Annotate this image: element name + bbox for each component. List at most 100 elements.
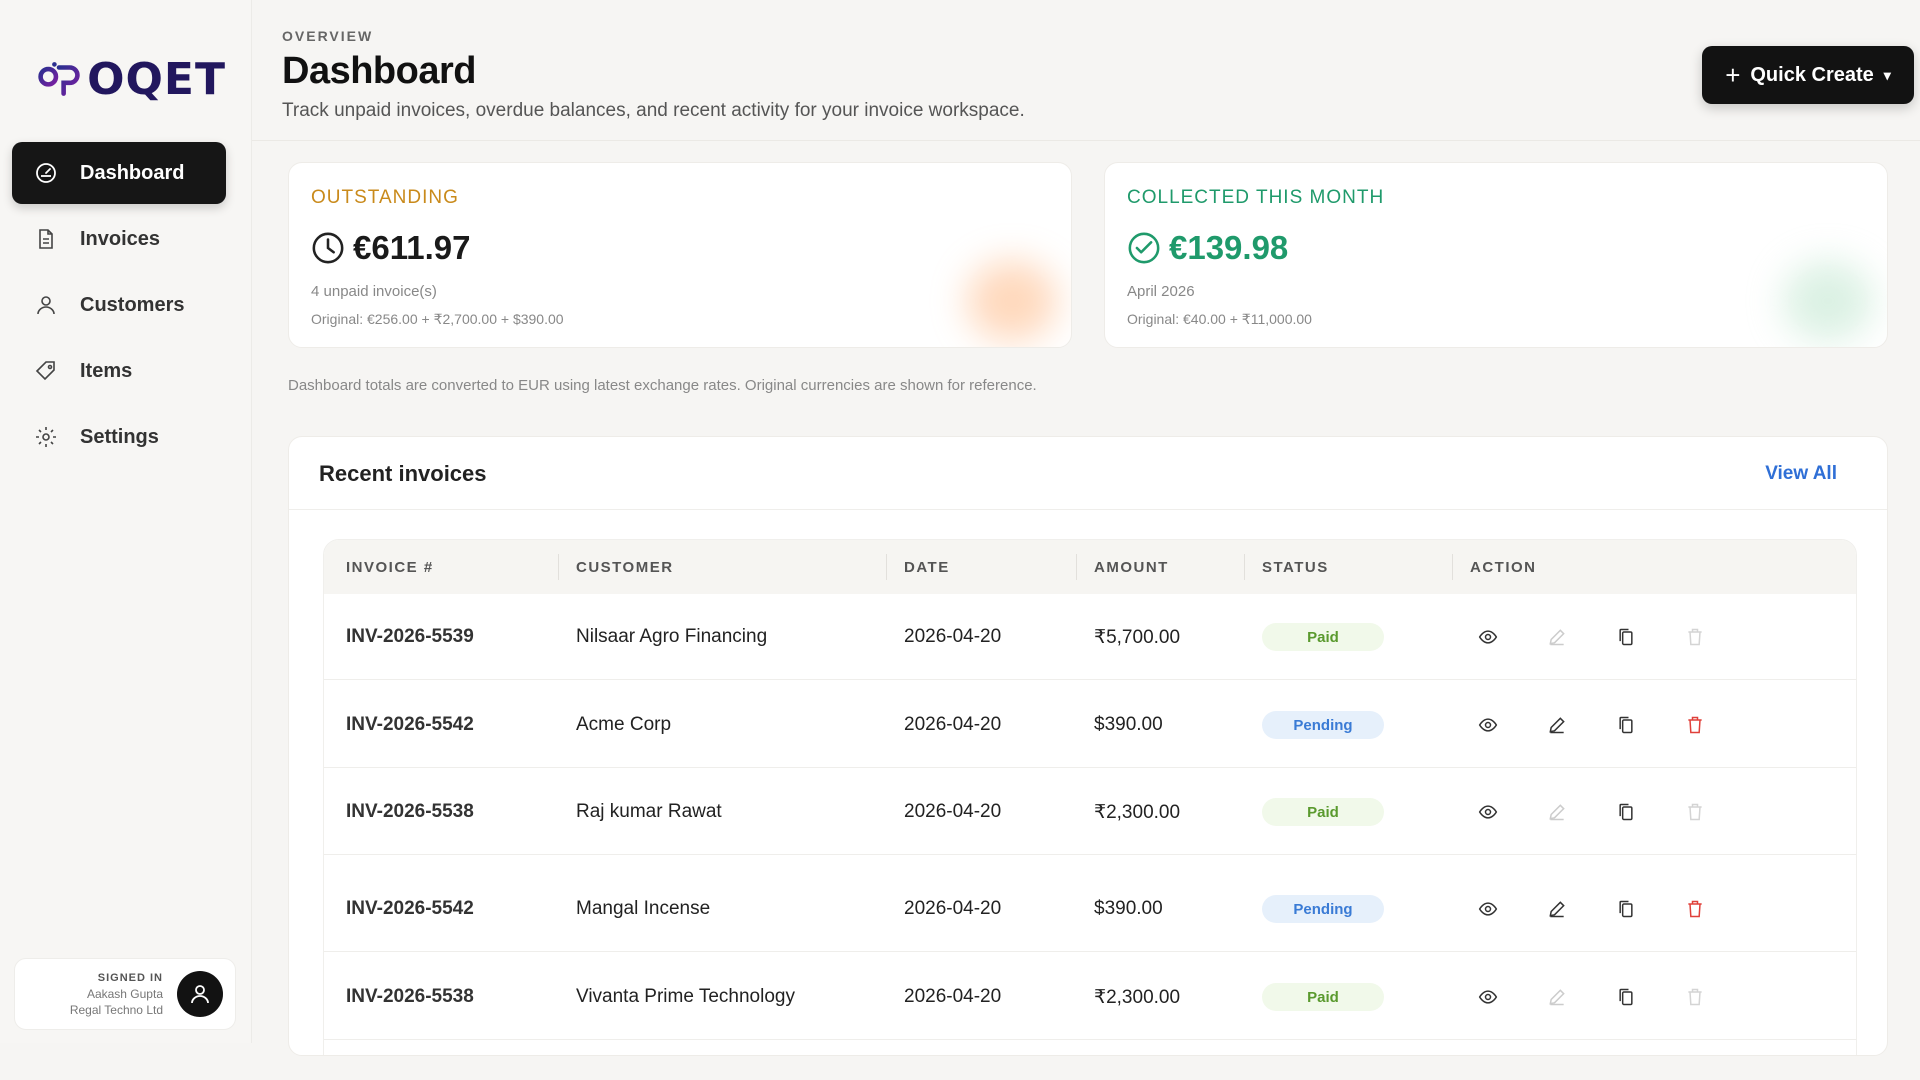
- plus-icon: +: [1725, 59, 1741, 90]
- collected-value: €139.98: [1169, 229, 1289, 266]
- sidebar-item-label: Invoices: [80, 227, 161, 250]
- invoice-date: 2026-04-20: [904, 898, 1002, 919]
- invoice-number[interactable]: INV-2026-5538: [346, 954, 474, 1040]
- customer-name: Mangal Incense: [576, 898, 711, 919]
- invoice-date: 2026-04-20: [904, 801, 1002, 822]
- column-header-invoice[interactable]: INVOICE #: [346, 540, 434, 594]
- view-button[interactable]: [1474, 798, 1502, 826]
- invoice-amount: ₹5,700.00: [1094, 626, 1181, 648]
- table-row[interactable]: INV-2026-5542 Acme Corp 2026-04-20 $390.…: [324, 682, 1856, 768]
- edit-button[interactable]: [1543, 623, 1571, 651]
- avatar[interactable]: [177, 971, 223, 1017]
- sidebar-item-dashboard[interactable]: Dashboard: [12, 142, 226, 204]
- pencil-icon: [1549, 989, 1565, 1006]
- invoice-amount: ₹2,300.00: [1094, 986, 1181, 1008]
- outstanding-card: OUTSTANDING €611.97 4 unpaid invoice(s) …: [288, 162, 1072, 348]
- sidebar-nav: Dashboard Invoices Customers Items Setti…: [12, 142, 226, 472]
- view-button[interactable]: [1474, 623, 1502, 651]
- sidebar-item-invoices[interactable]: Invoices: [12, 208, 226, 270]
- delete-button[interactable]: [1681, 798, 1709, 826]
- decorative-blob: [1783, 261, 1873, 341]
- column-divider: [1076, 554, 1077, 580]
- status-cell: Paid: [1262, 769, 1384, 855]
- user-card[interactable]: SIGNED IN Aakash Gupta Regal Techno Ltd: [14, 958, 236, 1030]
- delete-button[interactable]: [1681, 623, 1709, 651]
- duplicate-button[interactable]: [1612, 623, 1640, 651]
- delete-button[interactable]: [1681, 983, 1709, 1011]
- quick-create-button[interactable]: + Quick Create ▾: [1702, 46, 1914, 104]
- table-row[interactable]: INV-2026-5538 Vivanta Prime Technology 2…: [324, 954, 1856, 1040]
- recent-invoices-card: Recent invoices View All INVOICE # CUSTO…: [288, 436, 1888, 1056]
- column-header-status[interactable]: STATUS: [1262, 540, 1329, 594]
- duplicate-button[interactable]: [1612, 895, 1640, 923]
- brand-logo[interactable]: OQET: [36, 52, 226, 106]
- copy-icon: [1619, 716, 1633, 734]
- user-name: Aakash Gupta: [86, 987, 163, 1001]
- collected-card: COLLECTED THIS MONTH €139.98 April 2026 …: [1104, 162, 1888, 348]
- edit-button[interactable]: [1543, 711, 1571, 739]
- invoice-date: 2026-04-20: [904, 626, 1002, 647]
- copy-icon: [1619, 900, 1633, 918]
- table-row[interactable]: INV-2026-5538 Raj kumar Rawat 2026-04-20…: [324, 769, 1856, 855]
- table-row[interactable]: INV-2026-5542 Mangal Incense 2026-04-20 …: [324, 866, 1856, 952]
- invoice-amount: ₹2,300.00: [1094, 801, 1181, 823]
- eye-icon: [1478, 990, 1498, 1004]
- outstanding-value: €611.97: [353, 229, 471, 266]
- collected-original: Original: €40.00 + ₹11,000.00: [1127, 311, 1312, 327]
- eye-icon: [1478, 718, 1498, 732]
- conversion-note: Dashboard totals are converted to EUR us…: [288, 377, 1037, 394]
- page-eyebrow: OVERVIEW: [282, 28, 374, 44]
- edit-button[interactable]: [1543, 983, 1571, 1011]
- delete-button[interactable]: [1681, 895, 1709, 923]
- pencil-icon: [1549, 901, 1565, 918]
- column-header-amount[interactable]: AMOUNT: [1094, 540, 1169, 594]
- status-badge: Paid: [1262, 983, 1384, 1011]
- column-divider: [1244, 554, 1245, 580]
- user-icon: [191, 985, 209, 1004]
- pencil-icon: [1549, 629, 1565, 646]
- column-header-date[interactable]: DATE: [904, 540, 950, 594]
- sidebar-item-label: Customers: [80, 293, 185, 316]
- eye-icon: [1478, 630, 1498, 644]
- copy-icon: [1619, 803, 1633, 821]
- view-button[interactable]: [1474, 983, 1502, 1011]
- view-button[interactable]: [1474, 895, 1502, 923]
- sidebar-item-customers[interactable]: Customers: [12, 274, 226, 336]
- table-row[interactable]: INV-2026-5539 Nilsaar Agro Financing 202…: [324, 594, 1856, 680]
- delete-button[interactable]: [1681, 711, 1709, 739]
- outstanding-label: OUTSTANDING: [311, 187, 459, 208]
- edit-button[interactable]: [1543, 895, 1571, 923]
- document-icon: [32, 225, 60, 253]
- view-button[interactable]: [1474, 711, 1502, 739]
- invoice-number[interactable]: INV-2026-5542: [346, 682, 474, 768]
- sidebar-item-label: Settings: [80, 425, 159, 448]
- table-header: INVOICE # CUSTOMER DATE AMOUNT STATUS AC…: [324, 540, 1856, 594]
- collected-period: April 2026: [1127, 283, 1195, 300]
- invoice-number[interactable]: INV-2026-5539: [346, 594, 474, 680]
- duplicate-button[interactable]: [1612, 983, 1640, 1011]
- duplicate-button[interactable]: [1612, 798, 1640, 826]
- tag-icon: [32, 357, 60, 385]
- sidebar-item-settings[interactable]: Settings: [12, 406, 226, 468]
- view-all-link[interactable]: View All: [1765, 463, 1837, 485]
- dashboard-icon: [32, 159, 60, 187]
- edit-button[interactable]: [1543, 798, 1571, 826]
- invoice-number[interactable]: INV-2026-5538: [346, 769, 474, 855]
- clock-icon: [312, 232, 344, 264]
- recent-invoices-title: Recent invoices: [319, 461, 487, 486]
- sidebar-item-items[interactable]: Items: [12, 340, 226, 402]
- decorative-blob: [967, 261, 1057, 341]
- sidebar: OQET Dashboard Invoices Customers Items: [0, 0, 252, 1043]
- main-content: OVERVIEW Dashboard Track unpaid invoices…: [252, 0, 1920, 1056]
- copy-icon: [1619, 628, 1633, 646]
- logo-text: OQET: [87, 53, 226, 105]
- outstanding-value-row: €611.97: [311, 229, 470, 267]
- invoice-number[interactable]: INV-2026-5542: [346, 866, 474, 952]
- outstanding-count: 4 unpaid invoice(s): [311, 283, 437, 300]
- column-divider: [886, 554, 887, 580]
- status-badge: Pending: [1262, 895, 1384, 923]
- header-divider: [252, 140, 1920, 141]
- eye-icon: [1478, 805, 1498, 819]
- column-header-customer[interactable]: CUSTOMER: [576, 540, 674, 594]
- duplicate-button[interactable]: [1612, 711, 1640, 739]
